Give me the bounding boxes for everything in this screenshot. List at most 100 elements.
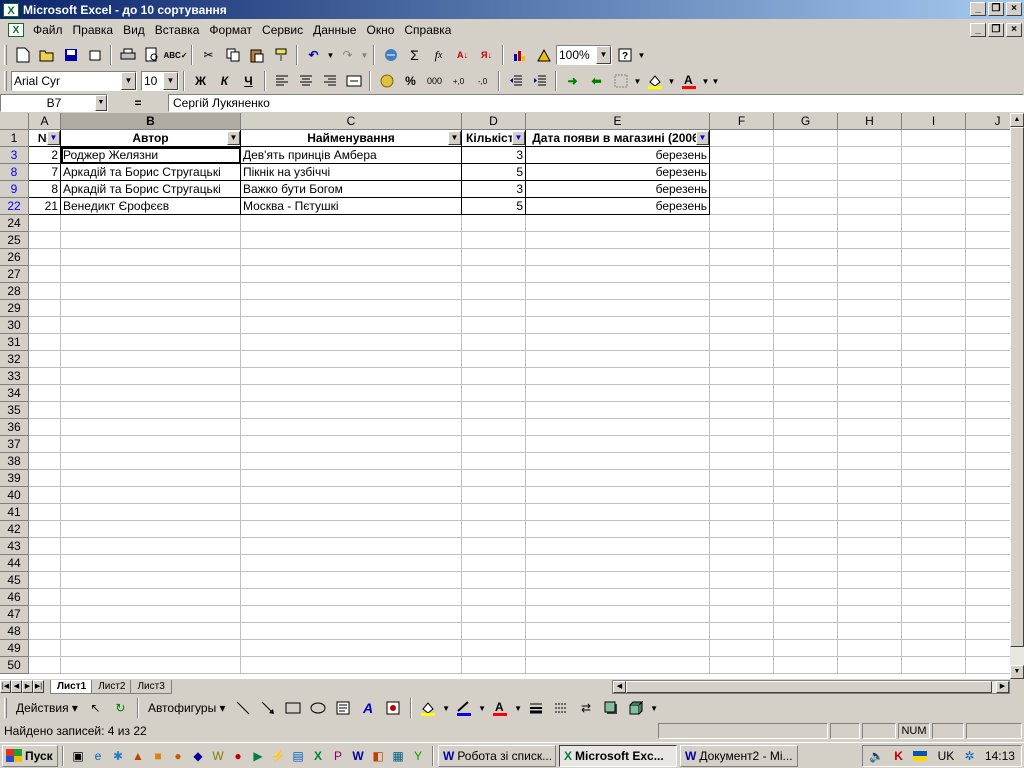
empty-cell[interactable] (241, 538, 462, 555)
column-header[interactable]: J (966, 113, 1010, 130)
empty-cell[interactable] (61, 283, 241, 300)
empty-cell[interactable] (462, 419, 526, 436)
empty-cell[interactable] (838, 232, 902, 249)
empty-cell[interactable] (29, 266, 61, 283)
sort-ascending-icon[interactable]: A↓ (451, 44, 474, 66)
toolbar-options-dropdown[interactable]: ▼ (637, 44, 646, 66)
empty-cell[interactable] (774, 317, 838, 334)
empty-cell[interactable] (710, 283, 774, 300)
empty-cell[interactable] (902, 385, 966, 402)
empty-cell[interactable] (966, 555, 1010, 572)
empty-cell[interactable] (710, 198, 774, 215)
doc-restore-button[interactable]: ❐ (988, 23, 1004, 37)
empty-cell[interactable] (966, 147, 1010, 164)
empty-cell[interactable] (61, 351, 241, 368)
quicklaunch-icon-10[interactable]: ▶ (248, 746, 268, 766)
row-header[interactable]: 37 (0, 436, 29, 453)
empty-cell[interactable] (774, 555, 838, 572)
empty-cell[interactable] (774, 249, 838, 266)
empty-cell[interactable] (838, 419, 902, 436)
autoshapes-menu[interactable]: Автофигуры ▾ (144, 701, 230, 715)
empty-cell[interactable] (710, 385, 774, 402)
close-button[interactable]: × (1006, 2, 1022, 16)
empty-cell[interactable] (838, 385, 902, 402)
chart-wizard-icon[interactable] (508, 44, 531, 66)
line-style-icon[interactable] (525, 697, 548, 719)
empty-cell[interactable] (838, 453, 902, 470)
oval-icon[interactable] (307, 697, 330, 719)
row-header[interactable]: 30 (0, 317, 29, 334)
row-header[interactable]: 9 (0, 181, 29, 198)
empty-cell[interactable] (774, 487, 838, 504)
empty-cell[interactable] (710, 181, 774, 198)
empty-cell[interactable] (710, 147, 774, 164)
empty-cell[interactable] (61, 623, 241, 640)
toolbar-options-dropdown[interactable]: ▼ (711, 70, 720, 92)
empty-cell[interactable] (29, 300, 61, 317)
menu-tools[interactable]: Сервис (257, 19, 308, 41)
empty-cell[interactable] (966, 351, 1010, 368)
chevron-down-icon[interactable]: ▼ (95, 95, 107, 111)
row-header[interactable]: 1 (0, 130, 29, 147)
empty-cell[interactable] (902, 623, 966, 640)
empty-cell[interactable] (902, 164, 966, 181)
empty-cell[interactable] (774, 215, 838, 232)
decrease-decimal-icon[interactable]: -,0 (471, 70, 494, 92)
empty-cell[interactable] (29, 351, 61, 368)
empty-cell[interactable] (838, 657, 902, 674)
fill-color-icon[interactable] (417, 697, 440, 719)
menu-view[interactable]: Вид (118, 19, 150, 41)
empty-cell[interactable] (29, 402, 61, 419)
row-header[interactable]: 32 (0, 351, 29, 368)
empty-cell[interactable] (902, 317, 966, 334)
empty-cell[interactable] (902, 402, 966, 419)
empty-cell[interactable] (774, 623, 838, 640)
table-cell[interactable]: Аркадій та Борис Стругацькі (61, 164, 241, 181)
empty-cell[interactable] (710, 334, 774, 351)
empty-cell[interactable] (838, 130, 902, 147)
3d-icon[interactable] (625, 697, 648, 719)
empty-cell[interactable] (29, 385, 61, 402)
empty-cell[interactable] (29, 538, 61, 555)
taskbar-button-excel[interactable]: X Microsoft Exc... (559, 744, 677, 767)
empty-cell[interactable] (462, 657, 526, 674)
empty-cell[interactable] (710, 436, 774, 453)
next-sheet-icon[interactable]: ▶ (22, 680, 33, 693)
empty-cell[interactable] (774, 640, 838, 657)
print-icon[interactable] (116, 44, 139, 66)
empty-cell[interactable] (29, 555, 61, 572)
quicklaunch-icon-5[interactable]: ■ (148, 746, 168, 766)
empty-cell[interactable] (710, 300, 774, 317)
horizontal-scrollbar[interactable]: ◀ ▶ (612, 680, 1010, 694)
empty-cell[interactable] (462, 572, 526, 589)
empty-cell[interactable] (902, 215, 966, 232)
empty-cell[interactable] (462, 589, 526, 606)
empty-cell[interactable] (241, 555, 462, 572)
empty-cell[interactable] (902, 368, 966, 385)
row-header[interactable]: 46 (0, 589, 29, 606)
empty-cell[interactable] (710, 606, 774, 623)
language-indicator[interactable]: UK (938, 749, 955, 763)
row-header[interactable]: 24 (0, 215, 29, 232)
empty-cell[interactable] (462, 283, 526, 300)
empty-cell[interactable] (526, 589, 710, 606)
row-header[interactable]: 48 (0, 623, 29, 640)
spelling-icon[interactable]: ABC✓ (163, 44, 187, 66)
empty-cell[interactable] (966, 504, 1010, 521)
empty-cell[interactable] (774, 521, 838, 538)
permission-icon[interactable] (83, 44, 106, 66)
empty-cell[interactable] (526, 572, 710, 589)
empty-cell[interactable] (29, 283, 61, 300)
empty-cell[interactable] (29, 572, 61, 589)
clock[interactable]: 14:13 (985, 749, 1015, 763)
empty-cell[interactable] (774, 657, 838, 674)
row-header[interactable]: 33 (0, 368, 29, 385)
empty-cell[interactable] (61, 419, 241, 436)
row-header[interactable]: 43 (0, 538, 29, 555)
empty-cell[interactable] (61, 487, 241, 504)
empty-cell[interactable] (29, 334, 61, 351)
autosum-icon[interactable]: Σ (403, 44, 426, 66)
empty-cell[interactable] (241, 419, 462, 436)
empty-cell[interactable] (710, 572, 774, 589)
empty-cell[interactable] (838, 572, 902, 589)
